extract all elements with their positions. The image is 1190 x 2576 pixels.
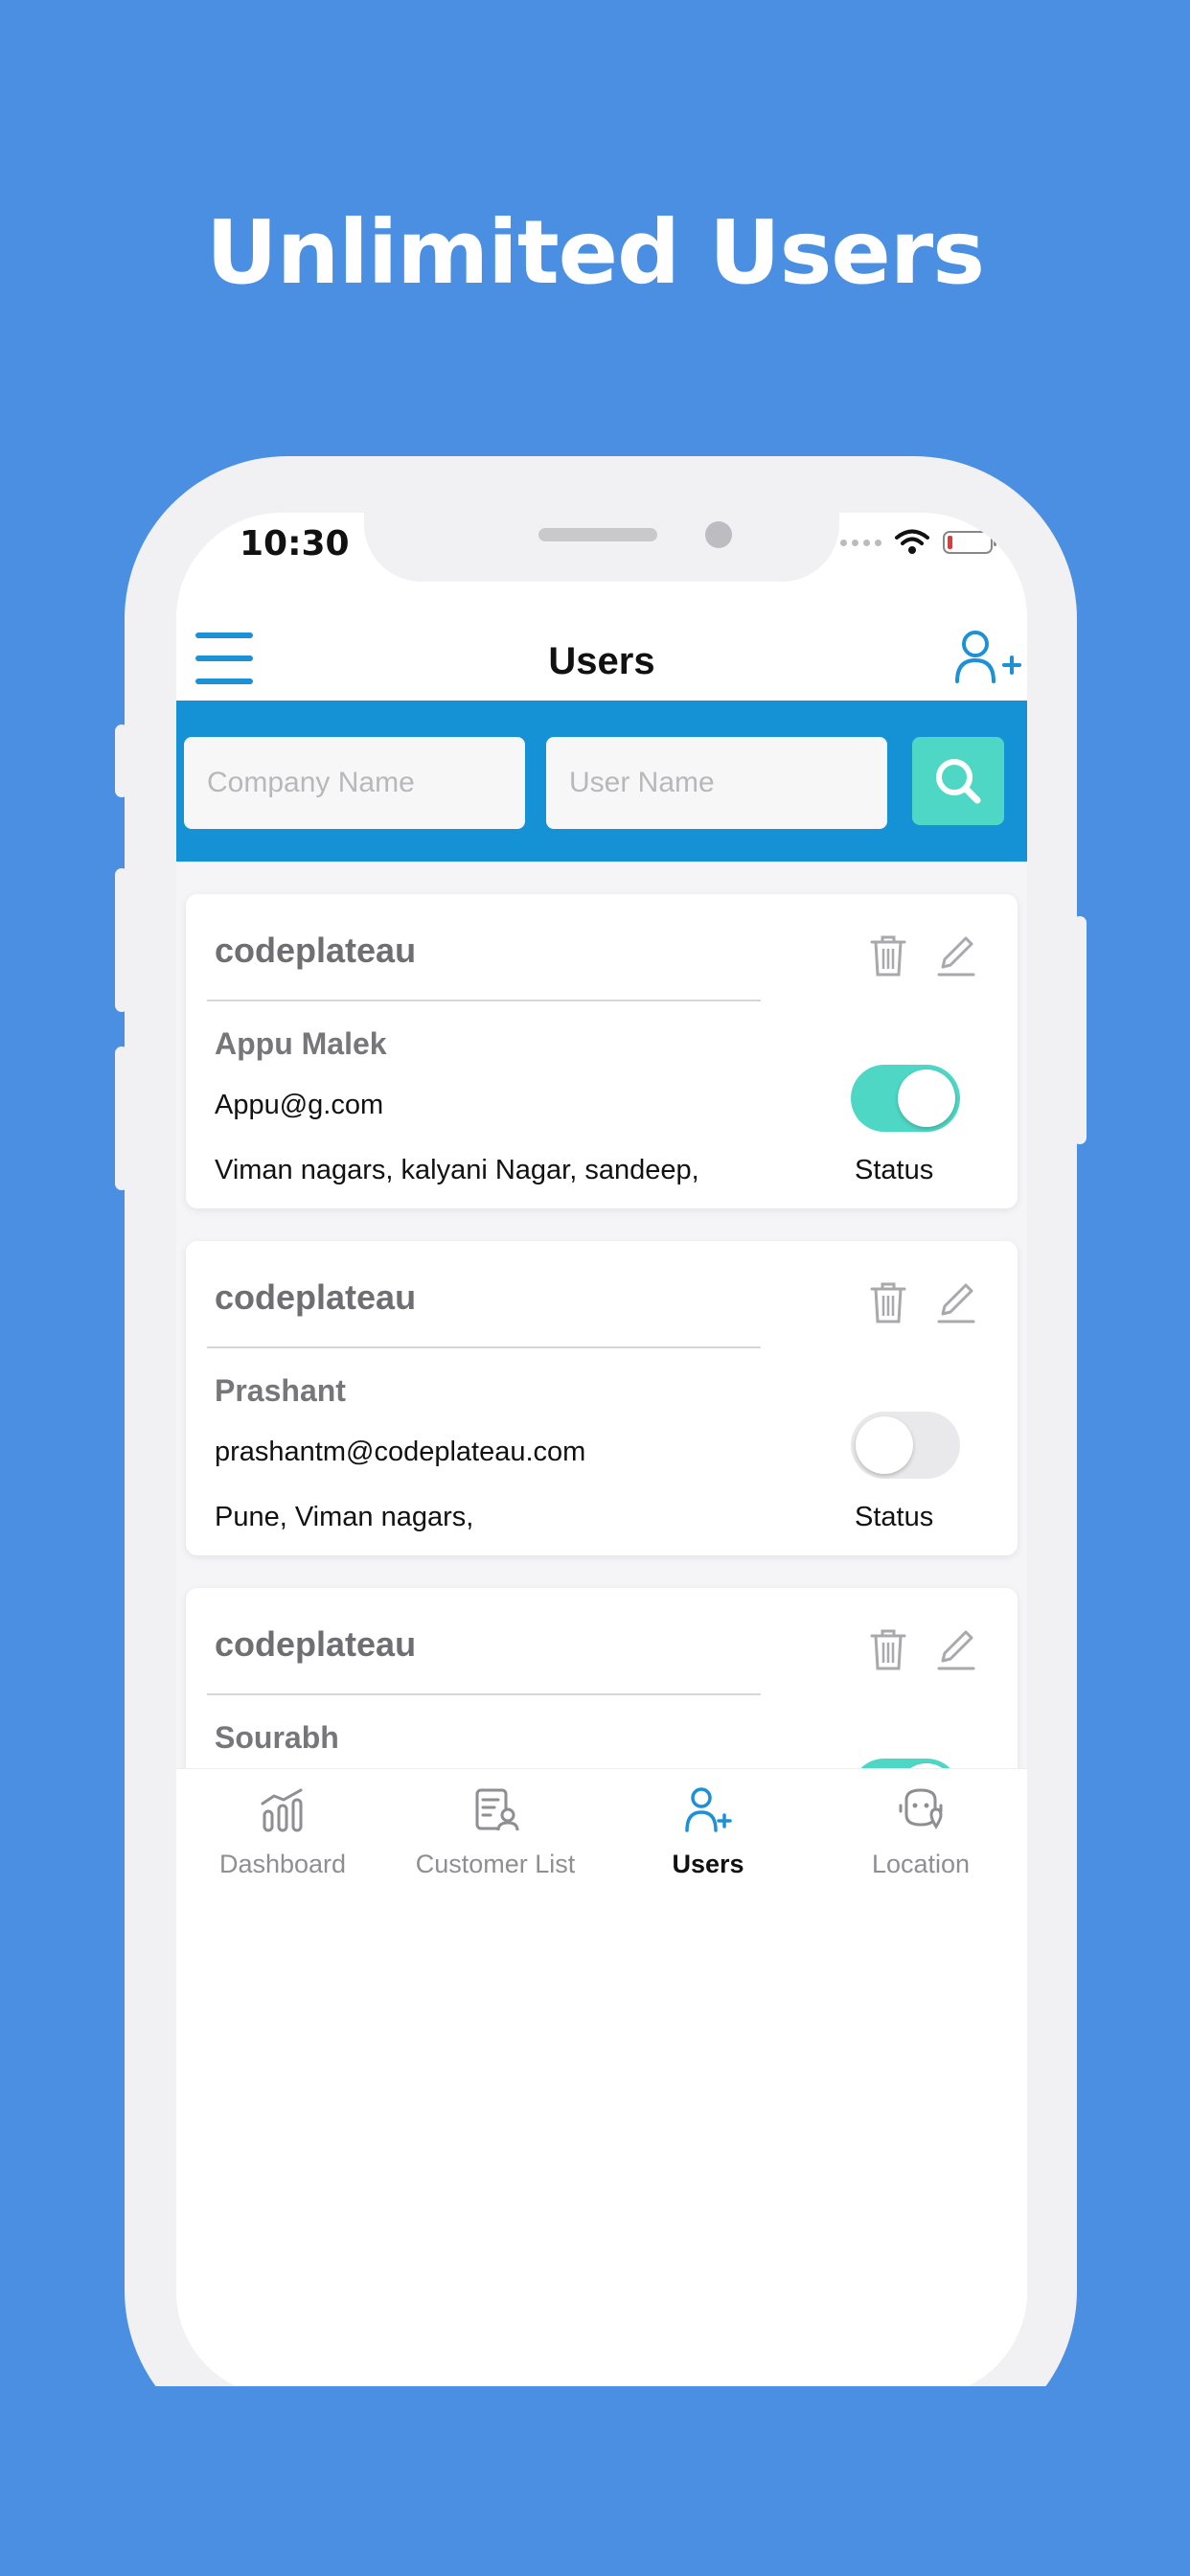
tab-users[interactable]: Users [602,1769,814,1901]
user-name: Appu Malek [215,1026,387,1061]
user-card: codeplateau Prashant prashantm@codeplate… [186,1241,1018,1555]
location-icon [899,1788,943,1829]
trash-icon[interactable] [868,932,908,978]
user-list: codeplateau Appu Malek Appu@g.com Viman … [176,862,1027,1768]
customer-list-icon [475,1788,519,1831]
tab-location[interactable]: Location [814,1769,1027,1901]
tab-label: Users [672,1850,744,1878]
add-user-icon[interactable] [954,629,1021,684]
user-email: Appu@g.com [215,1090,384,1120]
status-toggle[interactable] [851,1412,960,1479]
page-title: Users [548,640,655,682]
wifi-icon [895,529,929,554]
toggle-knob [898,1070,955,1127]
promo-headline: Unlimited Users [206,201,985,304]
company-name-input[interactable] [184,737,525,829]
chart-icon [261,1788,303,1832]
battery-icon [943,531,996,554]
card-divider [207,1693,761,1695]
card-divider [207,1346,761,1348]
search-icon [936,759,981,804]
trash-icon[interactable] [868,1279,908,1325]
tab-customer-list[interactable]: Customer List [389,1769,602,1901]
speaker-grille [538,528,657,541]
phone-notch [364,513,839,582]
tab-label: Dashboard [218,1850,347,1878]
tab-dashboard[interactable]: Dashboard [176,1769,389,1901]
edit-icon[interactable] [935,1279,977,1325]
toggle-knob [856,1416,913,1474]
company-name: codeplateau [215,931,417,970]
tab-label: Customer List [415,1850,576,1878]
screen-bottom-area [176,1900,1027,2397]
status-indicators [840,526,996,559]
edit-icon[interactable] [935,932,977,978]
user-address: Pune, Viman nagars, [215,1502,474,1532]
status-label: Status [855,1502,934,1532]
search-bar [176,701,1027,862]
user-name: Prashant [215,1373,346,1408]
card-divider [207,1000,761,1001]
status-toggle[interactable] [851,1759,960,1768]
trash-icon[interactable] [868,1626,908,1672]
company-name: codeplateau [215,1277,417,1317]
user-card: codeplateau Appu Malek Appu@g.com Viman … [186,894,1018,1208]
user-name-input[interactable] [546,737,887,829]
user-name: Sourabh [215,1720,339,1755]
tab-bar: Dashboard Customer List Users Location [176,1768,1027,1901]
status-time: 10:30 [240,524,350,564]
add-user-icon [685,1787,732,1832]
status-label: Status [855,1155,934,1185]
status-toggle[interactable] [851,1065,960,1132]
user-card: codeplateau Sourabh sourabhdate@gmail.co… [186,1588,1018,1768]
tab-label: Location [871,1850,971,1878]
user-address: Viman nagars, kalyani Nagar, sandeep, [215,1155,699,1185]
signal-dots-icon [840,539,881,546]
user-email: prashantm@codeplateau.com [215,1437,586,1467]
search-button[interactable] [912,737,1004,825]
edit-icon[interactable] [935,1626,977,1672]
background-bottom [0,2386,1190,2576]
company-name: codeplateau [215,1624,417,1664]
phone-screen: 10:30 Users Company Name User Name codep… [176,513,1027,2397]
front-camera [705,521,732,548]
